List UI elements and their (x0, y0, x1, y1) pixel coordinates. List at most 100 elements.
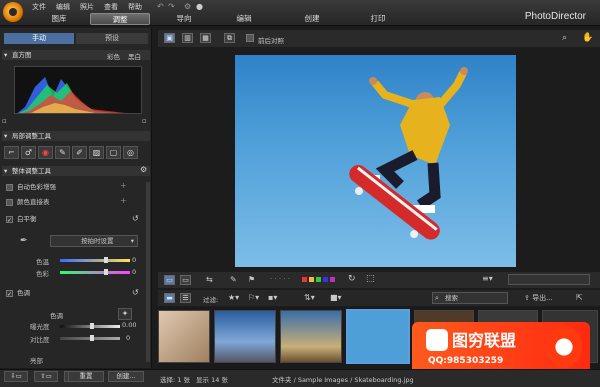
rotate-icon[interactable]: ⇆ (206, 275, 213, 284)
compare-view-button[interactable]: ▥ (182, 33, 193, 43)
local-tools-header[interactable]: 局部调整工具 (2, 131, 150, 141)
histogram-color-option[interactable]: 彩色 (107, 51, 120, 61)
reset-icon[interactable]: ↺ (132, 288, 139, 297)
spot-tool-icon[interactable]: ♂ (21, 146, 36, 159)
tab-adjust[interactable]: 调整 (90, 13, 150, 25)
histogram-clip-high-icon[interactable]: ▫ (142, 117, 147, 125)
grid-view-button[interactable]: ▦ (200, 33, 211, 43)
filter-more-icon[interactable]: ■▾ (330, 293, 342, 302)
white-balance-row[interactable]: 白平衡 (6, 214, 37, 224)
temp-slider[interactable] (60, 257, 130, 263)
filmstrip-view-button[interactable]: ▬ (164, 293, 175, 303)
eyedropper-icon[interactable]: ✒ (20, 236, 28, 246)
tab-print[interactable]: 打印 (366, 13, 390, 25)
tab-edit[interactable]: 编辑 (232, 13, 256, 25)
refresh-icon[interactable]: ↻ (348, 274, 356, 284)
gradient-tool-icon[interactable]: ▨ (89, 146, 104, 159)
thumbnail-panorama[interactable] (214, 310, 276, 363)
white-balance-checkbox[interactable] (6, 215, 13, 223)
thumbnail-skateboard-selected[interactable] (346, 309, 410, 364)
reset-icon[interactable]: ↺ (132, 214, 139, 223)
tab-create[interactable]: 创建 (300, 13, 324, 25)
export-button[interactable]: ⇪ 导出... (524, 293, 553, 303)
sort-icon[interactable]: ⇅▾ (304, 293, 315, 302)
add-icon[interactable]: + (120, 181, 127, 190)
add-icon[interactable]: + (120, 196, 127, 205)
hand-icon[interactable]: ✋ (582, 33, 593, 43)
fit-view-button[interactable]: ▭ (164, 275, 175, 285)
tint-slider[interactable] (60, 269, 130, 275)
crop-icon[interactable]: ⬚ (366, 274, 375, 284)
rect-tool-icon[interactable]: ▢ (106, 146, 121, 159)
histogram-clip-low-icon[interactable]: ▫ (2, 117, 7, 125)
thumbnail-portrait[interactable] (158, 310, 210, 363)
crop-tool-icon[interactable]: ⌐ (4, 146, 19, 159)
auto-tone-row[interactable]: 自动色彩增强 (6, 182, 56, 192)
menu-photo[interactable]: 照片 (80, 2, 94, 12)
exposure-slider[interactable] (60, 323, 120, 329)
red-eye-tool-icon[interactable]: ◉ (38, 146, 53, 159)
exposure-knob[interactable] (90, 323, 94, 329)
wb-preset-select[interactable]: 按拍时设置 ▾ (50, 235, 138, 247)
color-picker-row[interactable]: 颜色直接表 (6, 197, 50, 207)
before-after-button[interactable]: ⧉ (224, 33, 235, 43)
temp-knob[interactable] (104, 257, 108, 263)
tab-presets[interactable]: 预设 (76, 33, 148, 44)
pen-icon[interactable]: ✎ (230, 275, 237, 284)
tab-library[interactable]: 图库 (48, 13, 70, 25)
label-purple-icon[interactable] (330, 277, 335, 282)
color-picker-checkbox[interactable] (6, 198, 13, 206)
settings-icon[interactable]: ⚙ (140, 165, 147, 174)
auto-tone-checkbox[interactable] (6, 183, 13, 191)
filter-stars-icon[interactable]: ★▾ (228, 293, 239, 302)
expand-icon[interactable]: ⇱ (576, 293, 583, 302)
global-tools-header[interactable]: 整体调整工具 (2, 166, 150, 176)
menu-edit[interactable]: 编辑 (56, 2, 70, 12)
label-green-icon[interactable] (316, 277, 321, 282)
tint-knob[interactable] (104, 269, 108, 275)
zoom-select[interactable] (508, 274, 590, 285)
menu-file[interactable]: 文件 (32, 2, 46, 12)
zoom-icon[interactable]: ⌕ (562, 33, 567, 43)
tone-row[interactable]: 色调 (6, 288, 30, 298)
brush-tool-icon[interactable]: ✎ (55, 146, 70, 159)
info-icon[interactable]: ● (196, 2, 203, 11)
undo-icon[interactable]: ↶ (157, 2, 164, 11)
radial-tool-icon[interactable]: ◎ (123, 146, 138, 159)
tab-guided[interactable]: 导向 (172, 13, 196, 25)
import-button[interactable]: ⇩▭ (4, 371, 28, 382)
fill-view-button[interactable]: ▭ (180, 275, 191, 285)
label-blue-icon[interactable] (323, 277, 328, 282)
contrast-slider[interactable] (60, 335, 120, 341)
skateboard-photo[interactable] (235, 55, 516, 267)
filter-flag-icon[interactable]: ⚐▾ (248, 293, 259, 302)
tint-label: 色彩 (36, 270, 49, 278)
flag-icon[interactable]: ⚑ (248, 275, 255, 284)
contrast-knob[interactable] (90, 335, 94, 341)
settings-icon[interactable]: ⚙ (184, 2, 191, 11)
reset-button[interactable]: 重置 (68, 371, 104, 382)
filter-label-icon[interactable]: ▪▾ (268, 293, 277, 302)
filter-label: 过滤: (203, 296, 219, 304)
export-photo-button[interactable]: ⇧▭ (34, 371, 58, 382)
temp-value: 0 (132, 256, 137, 264)
rating-stars[interactable]: · · · · · (270, 275, 290, 283)
histogram-bw-option[interactable]: 黑白 (128, 51, 141, 61)
menu-help[interactable]: 帮助 (128, 2, 142, 12)
label-red-icon[interactable] (302, 277, 307, 282)
left-panel-scrollbar[interactable] (146, 182, 150, 362)
tab-manual[interactable]: 手动 (4, 33, 74, 44)
compare-checkbox[interactable] (246, 34, 254, 42)
list-icon[interactable]: ≡▾ (482, 274, 493, 283)
tone-checkbox[interactable] (6, 289, 13, 297)
search-input[interactable]: ⌕ 搜索 (432, 292, 508, 304)
list-view-button[interactable]: ☰ (180, 293, 191, 303)
label-yellow-icon[interactable] (309, 277, 314, 282)
thumbnail-landscape[interactable] (280, 310, 342, 363)
tone-eyedropper-icon[interactable]: ✦ (118, 308, 132, 320)
adjust-brush-icon[interactable]: ✐ (72, 146, 87, 159)
menu-view[interactable]: 查看 (104, 2, 118, 12)
redo-icon[interactable]: ↷ (168, 2, 175, 11)
create-button[interactable]: 创建... (108, 371, 144, 382)
single-view-button[interactable]: ▣ (164, 33, 175, 43)
